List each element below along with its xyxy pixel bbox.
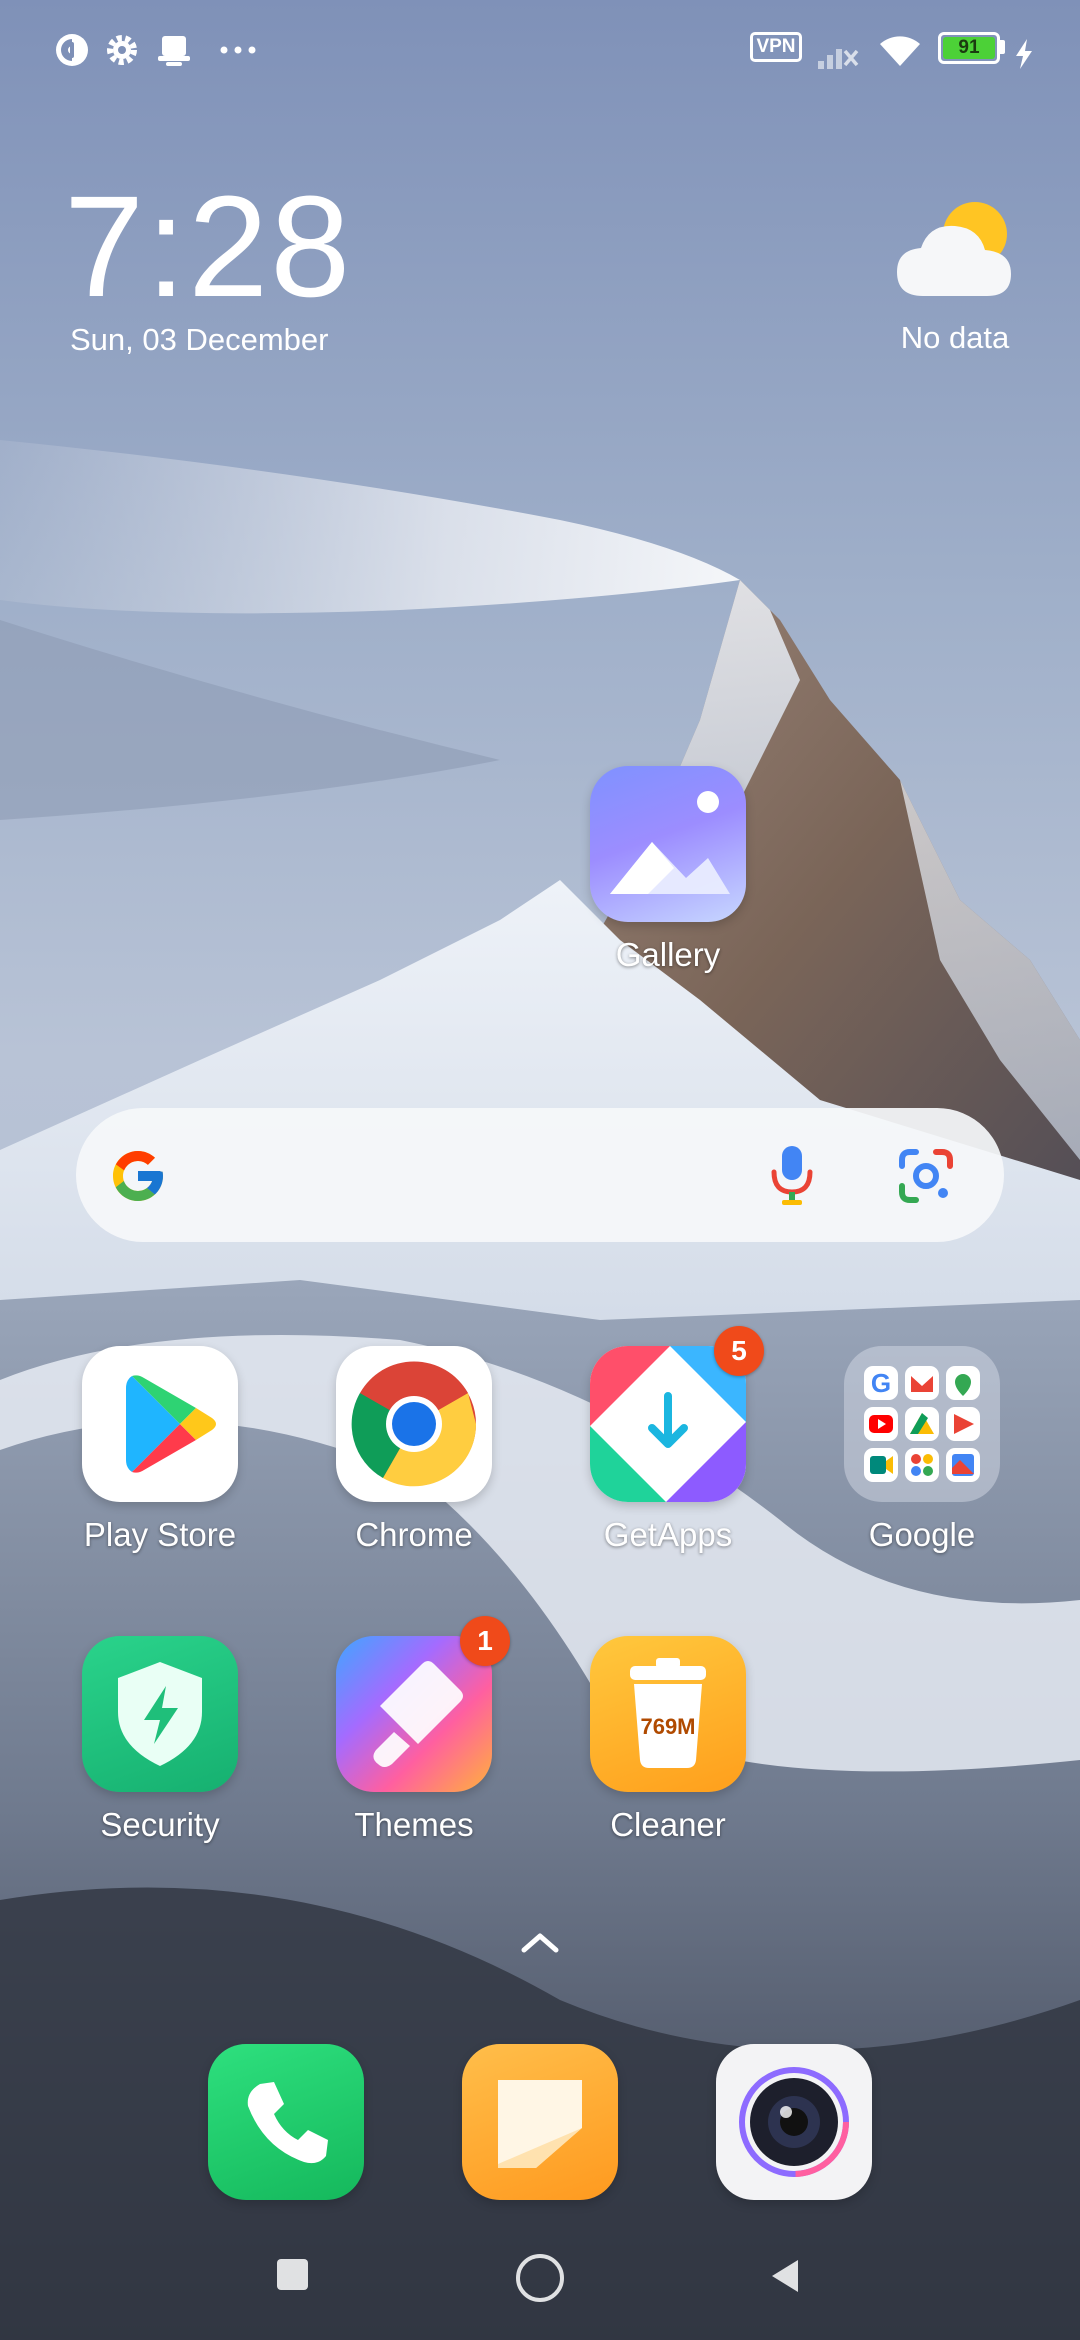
camera-icon bbox=[716, 2044, 872, 2200]
play-store-icon bbox=[82, 1346, 238, 1502]
security-icon bbox=[82, 1636, 238, 1792]
google-folder-label: Google bbox=[868, 1516, 976, 1553]
clock-date[interactable]: Sun, 03 December bbox=[70, 322, 328, 358]
themes-label: Themes bbox=[354, 1806, 474, 1843]
notification-icon bbox=[158, 36, 190, 66]
battery-nub bbox=[1000, 40, 1005, 54]
chrome-label: Chrome bbox=[355, 1516, 473, 1553]
getapps-label: GetApps bbox=[603, 1516, 733, 1553]
getapps-badge: 5 bbox=[714, 1326, 764, 1376]
partly-cloudy-icon[interactable] bbox=[893, 196, 1019, 306]
wifi-icon bbox=[880, 36, 920, 66]
app-play-store[interactable]: Play Store bbox=[60, 1346, 260, 1554]
battery-level: 91 bbox=[943, 37, 995, 59]
dock-notes[interactable] bbox=[440, 2044, 640, 2200]
weather-label[interactable]: No data bbox=[880, 320, 1030, 356]
app-gallery[interactable]: Gallery bbox=[568, 766, 768, 974]
phone-icon bbox=[208, 2044, 364, 2200]
dock-phone[interactable] bbox=[186, 2044, 386, 2200]
more-icon bbox=[220, 46, 256, 54]
play-store-label: Play Store bbox=[83, 1516, 237, 1553]
notes-icon bbox=[462, 2044, 618, 2200]
themes-badge: 1 bbox=[460, 1616, 510, 1666]
back-button[interactable] bbox=[764, 2254, 804, 2298]
dock-camera[interactable] bbox=[694, 2044, 894, 2200]
cleaner-size-text: 769M bbox=[640, 1714, 695, 1739]
settings-icon bbox=[107, 35, 137, 65]
svg-text:G: G bbox=[871, 1368, 891, 1398]
recents-button[interactable] bbox=[277, 2259, 308, 2290]
google-search-bar[interactable] bbox=[76, 1108, 1004, 1242]
app-chrome[interactable]: Chrome bbox=[314, 1346, 514, 1554]
charging-icon bbox=[1016, 39, 1032, 69]
signal-off-icon bbox=[818, 49, 859, 69]
google-folder-icon: G bbox=[844, 1346, 1000, 1502]
gallery-icon bbox=[590, 766, 746, 922]
vpn-indicator: VPN bbox=[750, 32, 802, 62]
mic-icon[interactable] bbox=[770, 1144, 814, 1206]
folder-google[interactable]: G Google bbox=[822, 1346, 1022, 1554]
app-themes[interactable]: 1 Themes bbox=[314, 1616, 514, 1844]
battery-indicator: 91 bbox=[938, 32, 1000, 64]
app-getapps[interactable]: 5 GetApps bbox=[568, 1326, 768, 1554]
app-security[interactable]: Security bbox=[60, 1636, 260, 1844]
cleaner-label: Cleaner bbox=[610, 1806, 726, 1843]
cleaner-icon: 769M bbox=[590, 1636, 746, 1792]
app-drawer-chevron-icon[interactable] bbox=[518, 1928, 562, 1956]
app-cleaner[interactable]: 769M Cleaner bbox=[568, 1636, 768, 1844]
lens-icon[interactable] bbox=[898, 1148, 954, 1204]
data-saver-icon bbox=[56, 34, 88, 66]
google-g-icon bbox=[113, 1151, 163, 1201]
home-button[interactable] bbox=[512, 2250, 568, 2306]
security-label: Security bbox=[100, 1806, 220, 1843]
chrome-icon bbox=[336, 1346, 492, 1502]
gallery-label: Gallery bbox=[615, 936, 721, 973]
clock-time[interactable]: 7:28 bbox=[64, 175, 352, 319]
